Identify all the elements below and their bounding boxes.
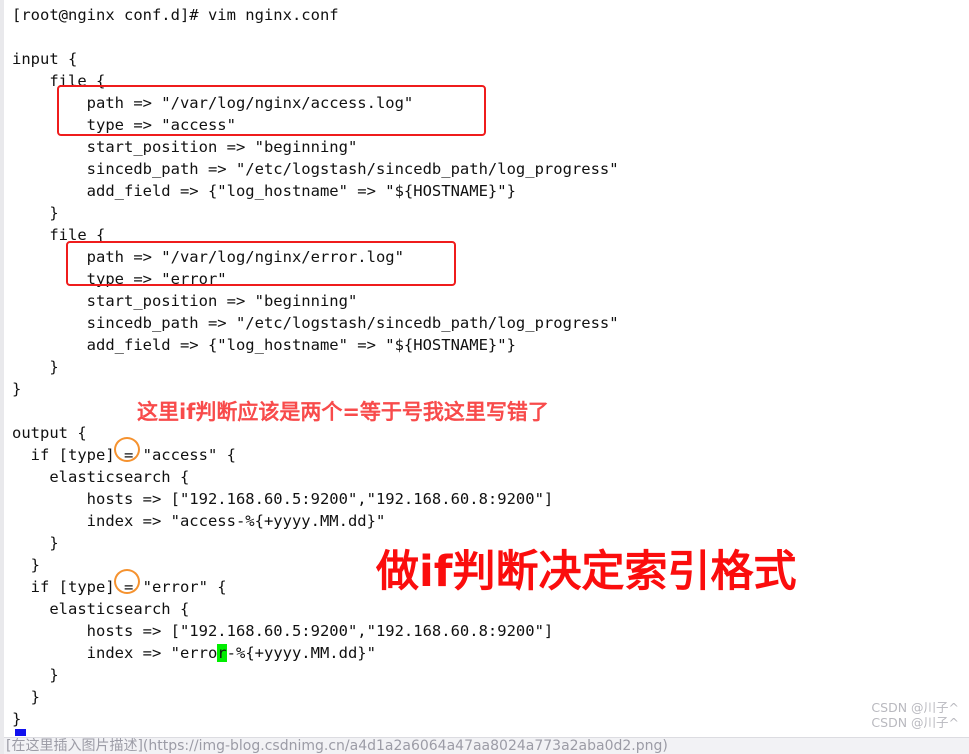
bottom-cutoff-strip: [在这里插入图片描述](https://img-blog.csdnimg.cn/… [4,737,969,754]
code-line-file1-type: type => "access" [12,116,236,134]
screenshot-root: [root@nginx conf.d]# vim nginx.conf inpu… [0,0,969,754]
es2-index-prefix: index => "erro [12,644,218,662]
code-line-file1-close: } [12,204,59,222]
code-line-es1-hosts: hosts => ["192.168.60.5:9200","192.168.6… [12,490,554,508]
code-line-es2-close: } [12,666,59,684]
code-line-file1-addfield: add_field => {"log_hostname" => "${HOSTN… [12,182,516,200]
code-line-file1-startpos: start_position => "beginning" [12,138,358,156]
annotation-equals-note: 这里if判断应该是两个=等于号我这里写错了 [137,400,549,424]
code-line-blank-1 [12,26,969,48]
code-line-es2-hosts: hosts => ["192.168.60.5:9200","192.168.6… [12,622,554,640]
terminal-prompt-line: [root@nginx conf.d]# vim nginx.conf [12,6,339,24]
code-line-es1-index: index => "access-%{+yyyy.MM.dd}" [12,512,386,530]
watermark-line-1: CSDN @川子^ [871,700,959,715]
code-line-file1-open: file { [12,72,106,90]
code-line-input-close: } [12,380,22,398]
code-line-file2-open: file { [12,226,106,244]
code-line-file1-path: path => "/var/log/nginx/access.log" [12,94,414,112]
code-line-file2-path: path => "/var/log/nginx/error.log" [12,248,404,266]
vim-status-marker [15,729,26,736]
terminal-editor-content: [root@nginx conf.d]# vim nginx.conf inpu… [4,0,969,730]
code-line-file2-sincedb: sincedb_path => "/etc/logstash/sincedb_p… [12,314,619,332]
code-line-output-open: output { [12,424,87,442]
code-line-file2-close: } [12,358,59,376]
watermark-line-2: CSDN @川子^ [871,715,959,730]
code-line-if-access: if [type] = "access" { [12,446,236,464]
code-line-file2-type: type => "error" [12,270,227,288]
code-line-output-close: } [12,710,22,728]
code-line-if-error-close: } [12,688,40,706]
cutoff-markdown-text: [在这里插入图片描述](https://img-blog.csdnimg.cn/… [6,738,668,754]
code-line-input-open: input { [12,50,78,68]
code-line-file2-startpos: start_position => "beginning" [12,292,358,310]
es2-index-suffix: -%{+yyyy.MM.dd}" [226,644,376,662]
code-line-es2-index: index => "error-%{+yyyy.MM.dd}" [12,642,969,664]
vim-cursor-highlight: r [217,644,227,662]
code-line-file2-addfield: add_field => {"log_hostname" => "${HOSTN… [12,336,516,354]
code-line-es2-open: elasticsearch { [12,600,190,618]
csdn-watermark: CSDN @川子^ CSDN @川子^ [871,700,959,730]
code-line-file1-sincedb: sincedb_path => "/etc/logstash/sincedb_p… [12,160,619,178]
code-line-es1-open: elasticsearch { [12,468,190,486]
annotation-index-format-note: 做if判断决定索引格式 [376,547,797,597]
